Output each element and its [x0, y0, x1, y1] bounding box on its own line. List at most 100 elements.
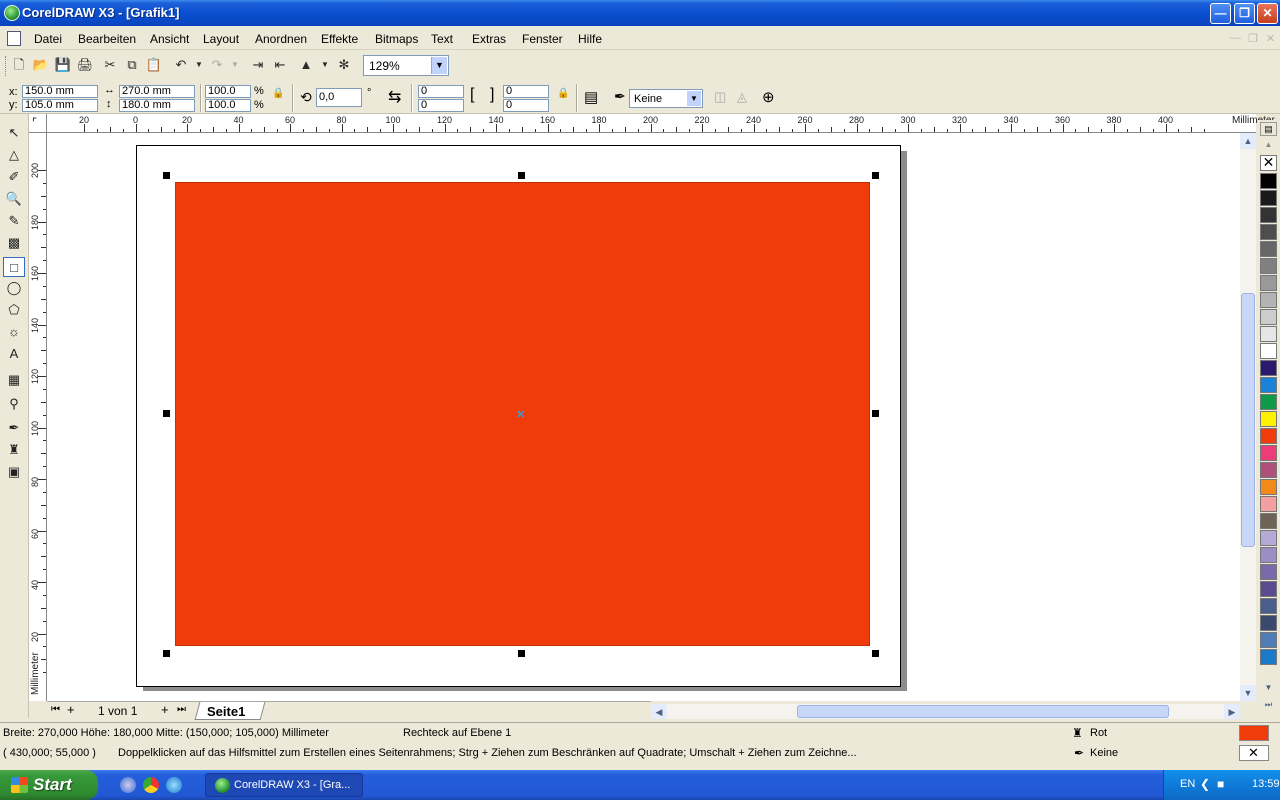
maximize-button[interactable]: ❐ — [1234, 3, 1255, 24]
outline-width-select[interactable]: Keine ▼ — [629, 89, 703, 108]
palette-swatch[interactable] — [1260, 190, 1277, 206]
palette-swatch[interactable] — [1260, 360, 1277, 376]
height-field[interactable]: 180.0 mm — [119, 99, 195, 112]
palette-swatch[interactable] — [1260, 445, 1277, 461]
palette-scroll-up-icon[interactable]: ▲ — [1260, 140, 1277, 152]
add-page-before-icon[interactable]: + — [67, 702, 75, 717]
horizontal-ruler[interactable]: Millimeter 20 0 20 40 60 80 100 120 140 160 180 200… — [47, 114, 1275, 133]
selection-handle-bottom-left[interactable] — [163, 650, 170, 657]
convert-to-curves-icon[interactable]: ⊕ — [762, 88, 775, 106]
palette-swatch[interactable] — [1260, 343, 1277, 359]
vertical-ruler[interactable]: Millimeter 200 180 160 140 120 100 80 60 40 20 — [29, 133, 47, 701]
selection-handle-bottom-right[interactable] — [872, 650, 879, 657]
first-page-icon[interactable]: ⏮ — [51, 704, 60, 715]
palette-swatch[interactable] — [1260, 615, 1277, 631]
rotation-center-icon[interactable]: ✕ — [516, 408, 525, 421]
to-front-icon[interactable]: ◫ — [714, 89, 726, 105]
redo-icon[interactable]: ↷ — [208, 56, 226, 74]
palette-swatch[interactable] — [1260, 581, 1277, 597]
app-launcher-icon[interactable]: ▲ — [297, 56, 315, 74]
coreldraw-app-icon[interactable] — [4, 5, 20, 21]
rotation-field[interactable]: 0,0 — [316, 88, 362, 107]
palette-swatch[interactable] — [1260, 275, 1277, 291]
fill-tool-icon[interactable]: ♜ — [3, 440, 25, 460]
mirror-icon[interactable]: ⇆ — [388, 87, 401, 107]
start-button[interactable]: Start — [0, 770, 98, 800]
doc-restore-icon[interactable]: ❐ — [1248, 32, 1258, 45]
menu-ansicht[interactable]: Ansicht — [150, 32, 189, 46]
crop-tool-icon[interactable]: ✐ — [3, 167, 25, 187]
zoom-tool-icon[interactable]: 🔍 — [3, 189, 25, 209]
polygon-tool-icon[interactable]: ⬠ — [3, 300, 25, 320]
selection-handle-right[interactable] — [872, 410, 879, 417]
scroll-right-icon[interactable]: ▶ — [1224, 704, 1240, 719]
last-page-icon[interactable]: ⏭ — [177, 704, 186, 715]
palette-swatch[interactable] — [1260, 326, 1277, 342]
corner-roundness-4[interactable]: 0 — [503, 99, 549, 112]
document-icon[interactable] — [7, 31, 21, 46]
to-back-icon[interactable]: ◬ — [737, 89, 747, 105]
new-icon[interactable]: 🗋 — [10, 56, 28, 74]
freehand-tool-icon[interactable]: ✎ — [3, 211, 25, 231]
minimize-button[interactable]: — — [1210, 3, 1231, 24]
add-page-after-icon[interactable]: + — [161, 702, 169, 717]
palette-swatch[interactable] — [1260, 377, 1277, 393]
palette-swatch[interactable] — [1260, 258, 1277, 274]
menu-layout[interactable]: Layout — [203, 32, 239, 46]
menu-bearbeiten[interactable]: Bearbeiten — [78, 32, 136, 46]
tray-app-icon[interactable]: ■ — [1217, 777, 1224, 791]
corner-roundness-3[interactable]: 0 — [503, 85, 549, 98]
chevron-down-icon[interactable]: ▼ — [687, 91, 701, 106]
x-position-field[interactable]: 150.0 mm — [22, 85, 98, 98]
palette-swatch[interactable] — [1260, 309, 1277, 325]
palette-swatch[interactable] — [1260, 479, 1277, 495]
chrome-icon[interactable] — [143, 777, 159, 793]
interactive-fill-tool-icon[interactable]: ▣ — [3, 462, 25, 482]
scroll-left-icon[interactable]: ◀ — [651, 704, 667, 719]
eyedropper-tool-icon[interactable]: ⚲ — [3, 394, 25, 414]
open-icon[interactable]: 📂 — [32, 56, 50, 74]
copy-icon[interactable]: ⧉ — [123, 56, 141, 74]
palette-swatch[interactable] — [1260, 224, 1277, 240]
menu-fenster[interactable]: Fenster — [522, 32, 563, 46]
welcome-screen-icon[interactable]: ✻ — [335, 56, 353, 74]
cut-icon[interactable]: ✂ — [101, 56, 119, 74]
shape-tool-icon[interactable]: △ — [3, 145, 25, 165]
outline-tool-icon[interactable]: ✒ — [3, 418, 25, 438]
interactive-blend-tool-icon[interactable]: ▦ — [3, 370, 25, 390]
doc-close-icon[interactable]: ✕ — [1266, 32, 1275, 45]
scale-x-field[interactable]: 100.0 — [205, 85, 251, 98]
language-indicator[interactable]: EN — [1180, 778, 1195, 790]
vertical-scroll-thumb[interactable] — [1241, 293, 1255, 547]
horizontal-scrollbar[interactable]: ◀ ▶ — [651, 704, 1240, 719]
save-icon[interactable]: 💾 — [54, 56, 72, 74]
fill-color-swatch[interactable] — [1239, 725, 1269, 741]
lock-ratio-icon[interactable]: 🔒 — [272, 88, 284, 99]
menu-bitmaps[interactable]: Bitmaps — [375, 32, 418, 46]
palette-swatch[interactable] — [1260, 207, 1277, 223]
no-color-swatch[interactable]: ✕ — [1260, 155, 1277, 171]
selection-handle-top-left[interactable] — [163, 172, 170, 179]
palette-swatch[interactable] — [1260, 598, 1277, 614]
palette-expand-icon[interactable]: ⏭ — [1260, 700, 1277, 712]
print-icon[interactable]: 🖨 — [76, 56, 94, 74]
tray-expand-icon[interactable]: ❮ — [1200, 777, 1210, 791]
wrap-text-icon[interactable]: ▤ — [584, 88, 598, 106]
palette-swatch[interactable] — [1260, 632, 1277, 648]
app-launcher-dropdown-icon[interactable]: ▼ — [316, 56, 334, 74]
ellipse-tool-icon[interactable]: ◯ — [3, 278, 25, 298]
palette-swatch[interactable] — [1260, 513, 1277, 529]
menu-effekte[interactable]: Effekte — [321, 32, 358, 46]
palette-swatch[interactable] — [1260, 394, 1277, 410]
text-tool-icon[interactable]: A — [3, 344, 25, 364]
internet-explorer-icon[interactable] — [166, 777, 182, 793]
palette-swatch[interactable] — [1260, 649, 1277, 665]
scale-y-field[interactable]: 100.0 — [205, 99, 251, 112]
taskbar-item-coreldraw[interactable]: CorelDRAW X3 - [Gra... — [205, 773, 363, 797]
palette-swatch[interactable] — [1260, 547, 1277, 563]
palette-swatch[interactable] — [1260, 428, 1277, 444]
smart-fill-tool-icon[interactable]: ▩ — [3, 233, 25, 253]
palette-swatch[interactable] — [1260, 462, 1277, 478]
doc-minimize-icon[interactable]: — — [1230, 32, 1241, 44]
corner-lock-icon[interactable]: 🔒 — [557, 88, 569, 99]
